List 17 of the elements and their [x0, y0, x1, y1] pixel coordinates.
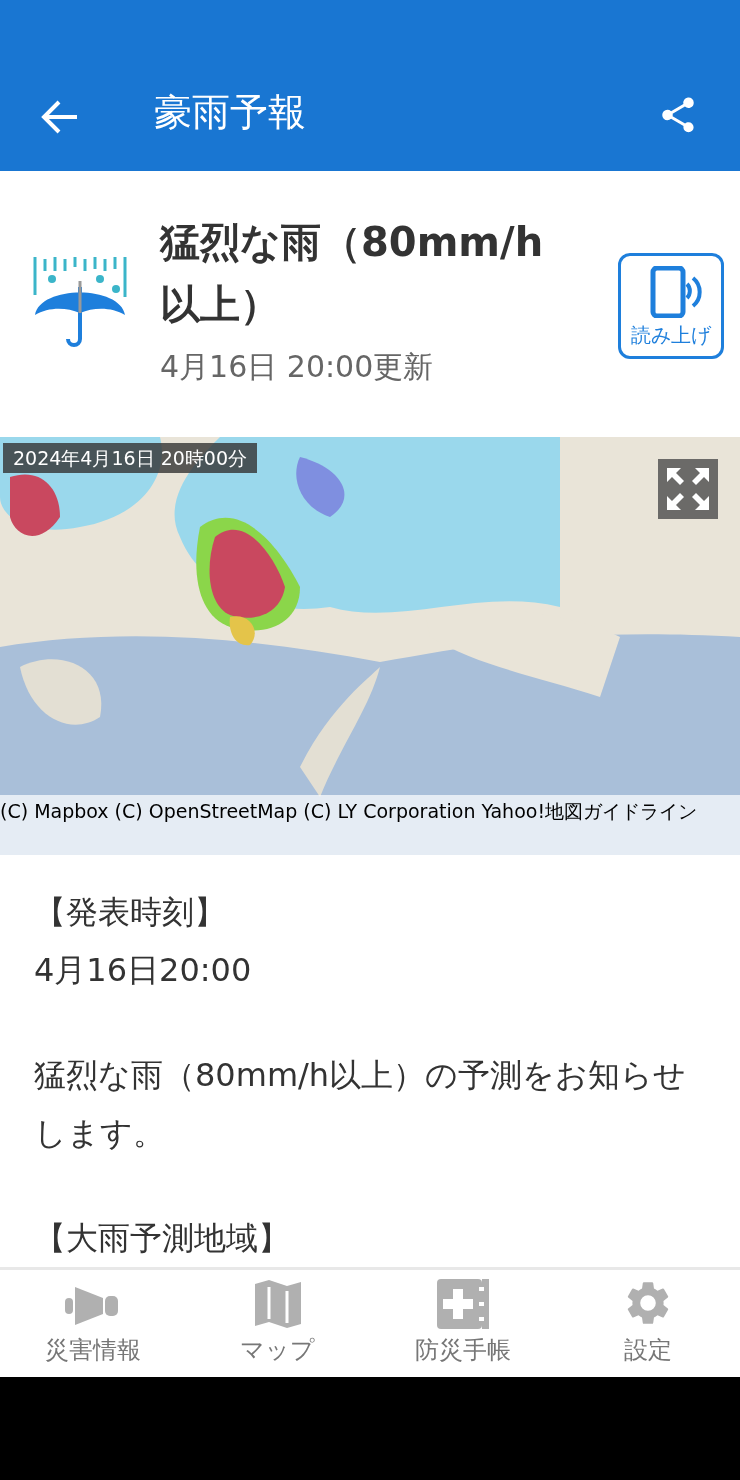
nav-tab[interactable]: マップ	[185, 1270, 370, 1377]
nav-tab[interactable]: 災害情報	[0, 1270, 185, 1377]
nav-tab[interactable]: 設定	[555, 1270, 740, 1377]
notebook-plus-icon	[436, 1279, 489, 1329]
section-heading: 【大雨予測地域】	[34, 1218, 291, 1259]
alert-title: 猛烈な雨（80mm/h以上）	[160, 218, 545, 329]
map-timestamp: 2024年4月16日 20時00分	[3, 443, 257, 473]
section-heading: 【発表時刻】	[34, 892, 227, 933]
read-aloud-button[interactable]: 読み上げ	[618, 253, 724, 359]
nav-tab[interactable]: 防災手帳	[370, 1270, 555, 1377]
screen-title: 豪雨予報	[154, 89, 306, 136]
forecast-message: 猛烈な雨（80mm/h以上）の予測をお知らせします。	[34, 1055, 688, 1154]
updated-time: 4月16日 20:00更新	[160, 348, 435, 386]
map-attribution: (C) Mapbox (C) OpenStreetMap (C) LY Corporation Yahoo!地図ガイドライン	[0, 799, 699, 824]
announcement-time: 4月16日20:00	[34, 950, 253, 991]
map-icon	[253, 1279, 302, 1329]
fullscreen-button[interactable]	[658, 459, 718, 519]
